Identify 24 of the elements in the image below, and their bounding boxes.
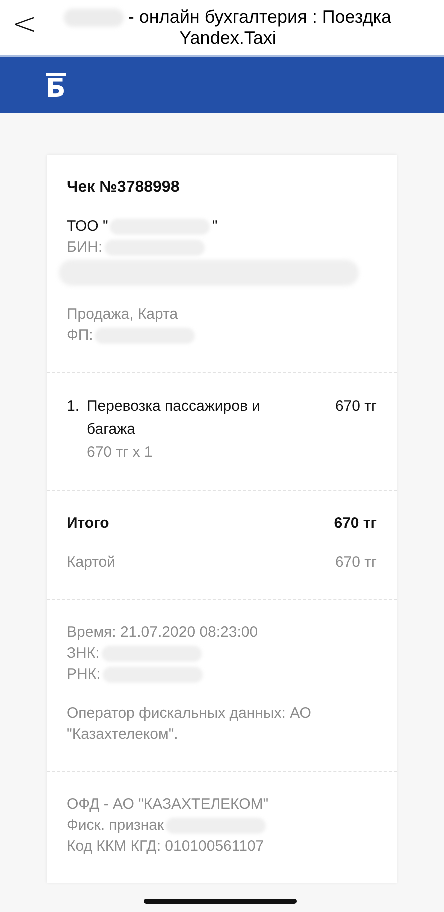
page-title: - онлайн бухгалтерия : Поездка Yandex.Taxi — [40, 6, 436, 48]
sum-label: Картой — [67, 553, 116, 573]
sum-amount: 670 тг — [334, 514, 377, 534]
item-name: Перевозка пассажиров и багажа — [87, 397, 262, 440]
receipt-text: " — [212, 217, 218, 237]
item-price: 670 тг — [335, 397, 377, 417]
receipt-text: ОФД - АО "КАЗАХТЕЛЕКОМ" — [67, 795, 269, 815]
item-number: 1. — [67, 397, 81, 417]
sum-label: Итого — [67, 514, 110, 534]
receipt-text: БИН: — [67, 238, 103, 258]
brand-logo: Б — [46, 73, 66, 102]
receipt-text: Время: 21.07.2020 08:23:00 — [67, 623, 258, 643]
receipt-text: ТОО " — [67, 217, 108, 237]
receipt-title: Чек №3788998 — [67, 178, 180, 198]
sum-amount: 670 тг — [335, 553, 377, 573]
receipt-text: Оператор фискальных данных: АО "Казахтелеком". — [67, 704, 312, 745]
back-button[interactable]: < — [8, 7, 40, 42]
receipt-text: Код ККМ КГД: 010100561107 — [67, 837, 264, 857]
receipt-text: РНК: — [67, 665, 101, 685]
receipt-text: Продажа, Карта — [67, 305, 178, 325]
receipt-text: ФП: — [67, 326, 94, 346]
item-detail: 670 тг x 1 — [87, 443, 154, 463]
receipt-text: Фиск. признак — [67, 816, 164, 836]
receipt-text: ЗНК: — [67, 644, 100, 664]
